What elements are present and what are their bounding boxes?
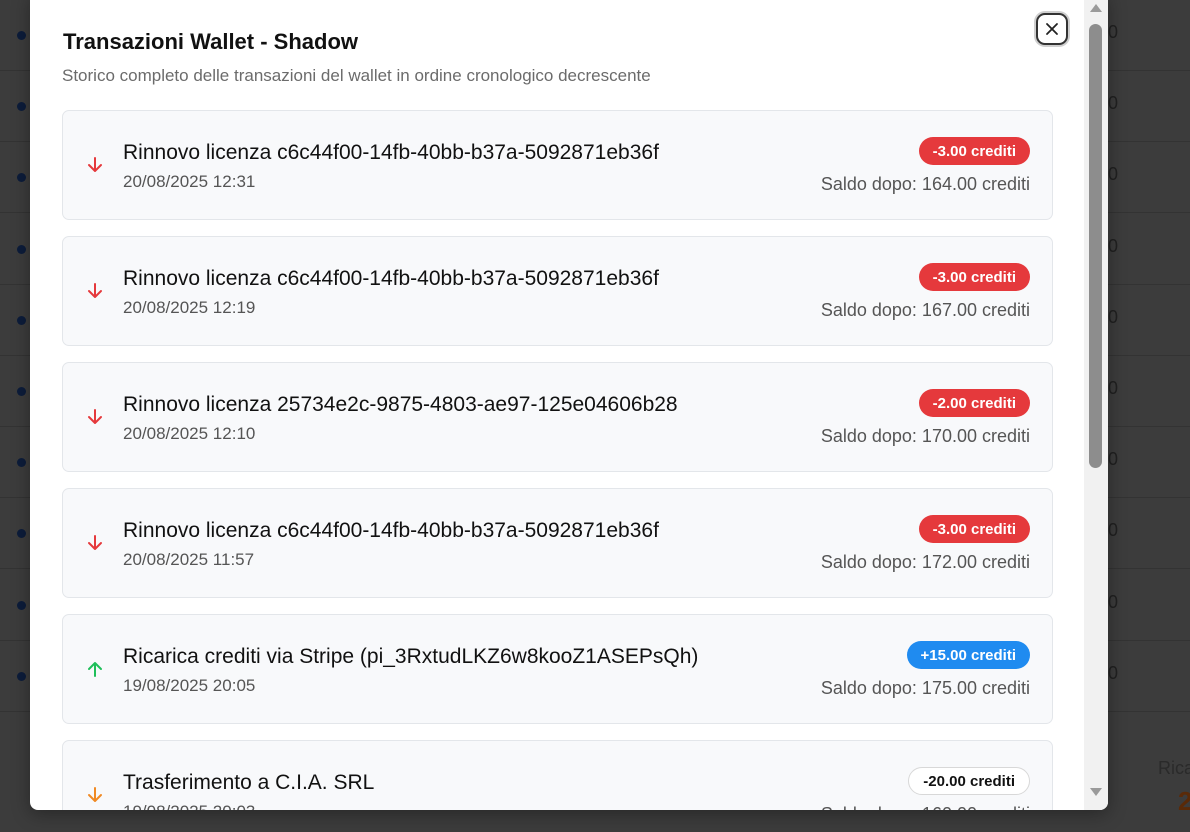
background-row-value: 0: [1108, 22, 1119, 42]
transaction-balance-after: Saldo dopo: 167.00 crediti: [820, 300, 1030, 320]
transaction-item: Rinnovo licenza 25734e2c-9875-4803-ae97-…: [62, 362, 1053, 472]
background-row-value: 0: [1108, 520, 1119, 541]
background-row-dot: [17, 458, 26, 468]
modal-scrollbar[interactable]: [1084, 0, 1108, 810]
scroll-up-arrow-icon[interactable]: [1090, 4, 1102, 12]
transaction-balance-after: Saldo dopo: 172.00 crediti: [820, 552, 1030, 572]
background-row-dot: [17, 671, 26, 681]
transaction-description: Trasferimento a C.I.A. SRL: [123, 771, 375, 794]
background-row-value: 0: [1108, 235, 1119, 256]
transaction-item: Rinnovo licenza c6c44f00-14fb-40bb-b37a-…: [62, 488, 1053, 598]
transaction-item: Trasferimento a C.I.A. SRL 19/08/2025 20:…: [62, 740, 1053, 810]
transaction-amount-badge: -20.00 crediti: [908, 767, 1030, 795]
transaction-description: Rinnovo licenza 25734e2c-9875-4803-ae97-…: [123, 393, 678, 416]
background-row-dot: [17, 600, 26, 610]
scroll-down-arrow-icon[interactable]: [1090, 788, 1102, 796]
transaction-balance-after: Saldo dopo: 160.00 crediti: [821, 804, 1030, 810]
background-row-dot: [17, 315, 26, 325]
transaction-balance-after: Saldo dopo: 164.00 crediti: [820, 174, 1030, 194]
wallet-transactions-modal: Transazioni Wallet - Shadow Storico comp…: [30, 0, 1108, 810]
arrow-down-icon: [88, 157, 102, 172]
transaction-item: Rinnovo licenza c6c44f00-14fb-40bb-b37a-…: [62, 110, 1053, 220]
transaction-balance-after: Saldo dopo: 175.00 crediti: [820, 678, 1030, 698]
background-row-value: 0: [1108, 662, 1119, 683]
scroll-thumb[interactable]: [1089, 24, 1102, 468]
background-row-value: 0: [1108, 93, 1119, 114]
background-row-dot: [17, 102, 26, 112]
background-row-dot: [17, 529, 26, 539]
transaction-amount-badge: -3.00 crediti: [918, 263, 1030, 291]
arrow-down-icon: [88, 535, 102, 550]
background-row-value: 0: [1108, 449, 1119, 470]
transaction-description: Rinnovo licenza c6c44f00-14fb-40bb-b37a-…: [123, 267, 659, 290]
background-row-dot: [17, 387, 26, 396]
background-row-value: 0: [1108, 164, 1119, 185]
transaction-date: 20/08/2025 12:10: [123, 424, 256, 443]
transaction-amount-badge: +15.00 crediti: [906, 641, 1030, 669]
background-row-value: 0: [1108, 591, 1119, 612]
transaction-description: Ricarica crediti via Stripe (pi_3RxtudLK…: [123, 645, 699, 668]
modal-title: Transazioni Wallet - Shadow: [63, 29, 359, 54]
transaction-description: Rinnovo licenza c6c44f00-14fb-40bb-b37a-…: [123, 519, 659, 542]
arrow-down-icon: [88, 787, 102, 802]
transaction-amount-badge: -3.00 crediti: [918, 137, 1030, 165]
background-row-value: 0: [1108, 378, 1119, 398]
background-footer-value: 2: [1178, 786, 1190, 816]
transaction-amount-badge: -3.00 crediti: [918, 515, 1030, 543]
background-row-value: 0: [1108, 306, 1119, 327]
background-row-dot: [17, 173, 26, 183]
background-row-dot: [17, 31, 26, 40]
background-footer-label: Rica: [1158, 758, 1190, 778]
arrow-down-icon: [88, 283, 102, 298]
modal-subtitle: Storico completo delle transazioni del w…: [62, 66, 651, 85]
arrow-up-icon: [88, 662, 102, 677]
transaction-date: 20/08/2025 12:31: [123, 172, 256, 191]
transaction-date: 19/08/2025 20:05: [123, 676, 256, 695]
transaction-description: Rinnovo licenza c6c44f00-14fb-40bb-b37a-…: [123, 141, 659, 164]
transaction-item: Ricarica crediti via Stripe (pi_3RxtudLK…: [62, 614, 1053, 724]
arrow-down-icon: [88, 409, 102, 424]
background-row-dot: [17, 244, 26, 254]
transaction-item: Rinnovo licenza c6c44f00-14fb-40bb-b37a-…: [62, 236, 1053, 346]
transaction-date: 20/08/2025 11:57: [123, 550, 255, 569]
transaction-amount-badge: -2.00 crediti: [918, 389, 1030, 417]
close-button[interactable]: [1036, 13, 1068, 45]
transaction-date: 19/08/2025 20:03: [123, 802, 255, 810]
transaction-date: 20/08/2025 12:19: [123, 298, 256, 317]
transaction-balance-after: Saldo dopo: 170.00 crediti: [820, 426, 1030, 446]
close-icon: [1046, 23, 1058, 35]
